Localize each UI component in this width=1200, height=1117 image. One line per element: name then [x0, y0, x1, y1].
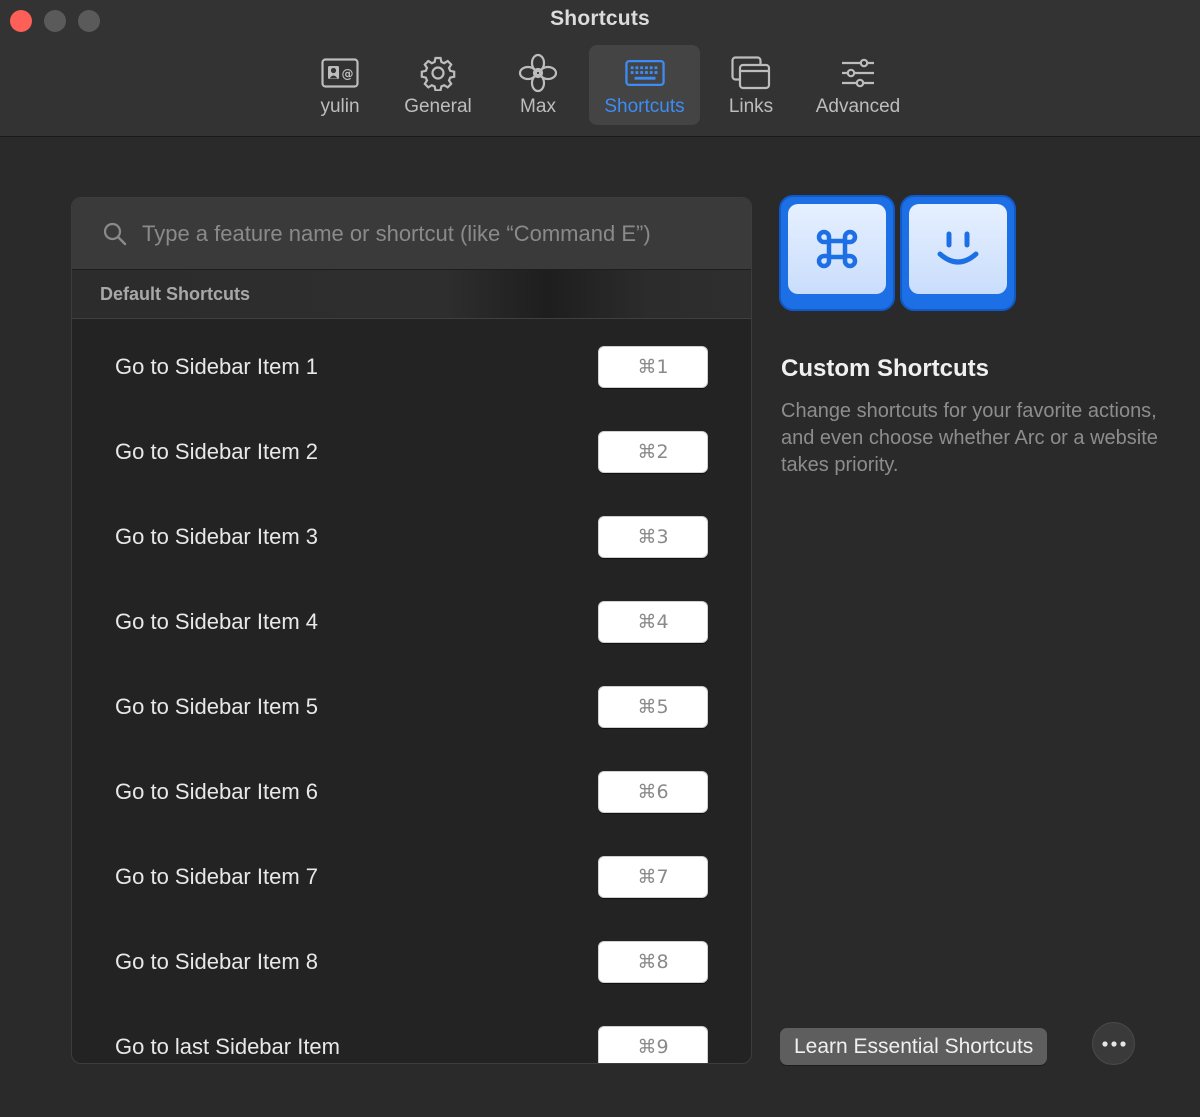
- shortcut-label: Go to Sidebar Item 4: [115, 608, 318, 634]
- ellipsis-icon: [1101, 1040, 1126, 1047]
- preferences-tabs: @ yulin General Max Shortcuts Links Adva…: [0, 45, 1200, 125]
- search-bar: [72, 198, 751, 269]
- tab-links[interactable]: Links: [715, 45, 787, 125]
- gear-icon: [418, 53, 458, 93]
- shortcut-key[interactable]: ⌘7: [598, 855, 708, 898]
- tab-label: Links: [728, 96, 774, 117]
- custom-shortcuts-title: Custom Shortcuts: [781, 355, 990, 382]
- shortcut-row: Go to Sidebar Item 4 ⌘4: [72, 579, 751, 664]
- shortcut-label: Go to Sidebar Item 7: [115, 863, 318, 889]
- shortcut-label: Go to last Sidebar Item: [115, 1033, 340, 1059]
- custom-shortcuts-description: Change shortcuts for your favorite actio…: [781, 400, 1158, 476]
- shortcut-key[interactable]: ⌘9: [598, 1025, 708, 1063]
- tab-label: Shortcuts: [604, 96, 685, 117]
- shortcut-key[interactable]: ⌘5: [598, 685, 708, 728]
- shortcut-key[interactable]: ⌘2: [598, 430, 708, 473]
- tab-max[interactable]: Max: [504, 45, 572, 125]
- shortcut-label: Go to Sidebar Item 8: [115, 948, 318, 974]
- shortcut-label: Go to Sidebar Item 6: [115, 778, 318, 804]
- shortcuts-panel: Default Shortcuts Go to Sidebar Item 1 ⌘…: [71, 197, 752, 1064]
- contact-card-icon: @: [320, 53, 360, 93]
- shortcut-label: Go to Sidebar Item 5: [115, 693, 318, 719]
- tab-label: Max: [520, 96, 556, 117]
- windows-icon: [731, 53, 771, 93]
- shortcut-row: Go to Sidebar Item 3 ⌘3: [72, 494, 751, 579]
- shortcut-key[interactable]: ⌘1: [598, 345, 708, 388]
- shortcut-list: Go to Sidebar Item 1 ⌘1 Go to Sidebar It…: [72, 324, 751, 1063]
- flower-icon: [518, 53, 558, 93]
- shortcut-row: Go to Sidebar Item 2 ⌘2: [72, 409, 751, 494]
- shortcut-row: Go to Sidebar Item 5 ⌘5: [72, 664, 751, 749]
- tab-label: yulin: [320, 96, 360, 117]
- section-header: Default Shortcuts: [72, 269, 751, 319]
- search-icon: [103, 222, 127, 245]
- more-options-button[interactable]: [1092, 1022, 1135, 1065]
- shortcut-row: Go to Sidebar Item 1 ⌘1: [72, 324, 751, 409]
- tab-label: Advanced: [815, 96, 901, 117]
- shortcut-key[interactable]: ⌘8: [598, 940, 708, 983]
- shortcut-key[interactable]: ⌘6: [598, 770, 708, 813]
- svg-text:@: @: [342, 67, 354, 81]
- shortcut-row: Go to Sidebar Item 6 ⌘6: [72, 749, 751, 834]
- sliders-icon: [838, 53, 878, 93]
- shortcut-row: Go to last Sidebar Item ⌘9: [72, 1004, 751, 1063]
- search-input[interactable]: [142, 220, 722, 247]
- shortcut-label: Go to Sidebar Item 2: [115, 438, 318, 464]
- command-key-icon: [779, 195, 895, 311]
- tab-general[interactable]: General: [394, 45, 482, 125]
- tab-label: General: [404, 96, 472, 117]
- shortcut-row: Go to Sidebar Item 7 ⌘7: [72, 834, 751, 919]
- shortcut-row: Go to Sidebar Item 8 ⌘8: [72, 919, 751, 1004]
- title-bar: Shortcuts @ yulin General Max Shortcuts …: [0, 0, 1200, 137]
- keyboard-icon: [624, 53, 665, 93]
- shortcut-label: Go to Sidebar Item 3: [115, 523, 318, 549]
- shortcut-label: Go to Sidebar Item 1: [115, 353, 318, 379]
- tab-shortcuts[interactable]: Shortcuts: [589, 45, 700, 125]
- tab-advanced[interactable]: Advanced: [806, 45, 910, 125]
- shortcut-key[interactable]: ⌘3: [598, 515, 708, 558]
- window-title: Shortcuts: [550, 7, 650, 30]
- shortcut-key[interactable]: ⌘4: [598, 600, 708, 643]
- tab-yulin[interactable]: @ yulin: [304, 45, 376, 125]
- smiley-key-icon: [900, 195, 1016, 311]
- learn-essential-shortcuts-button[interactable]: Learn Essential Shortcuts: [780, 1028, 1048, 1065]
